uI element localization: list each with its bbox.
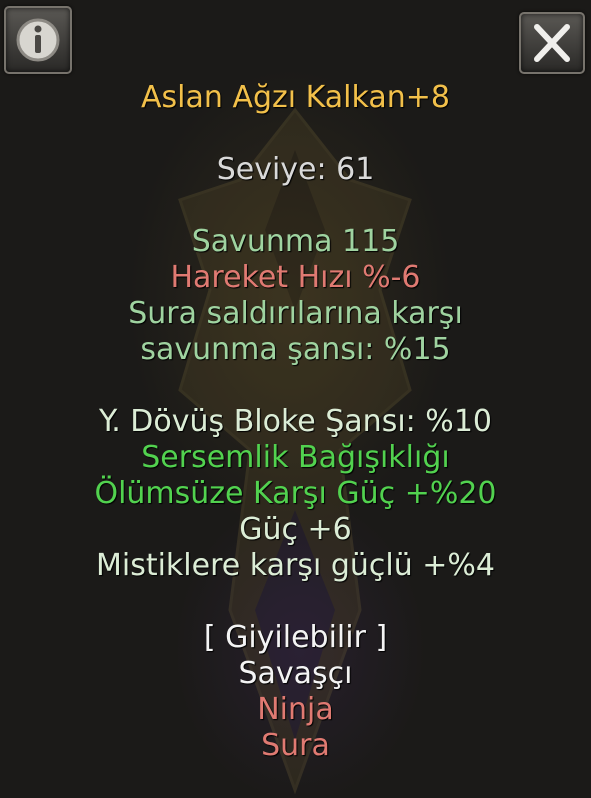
bonus-melee-block: Y. Dövüş Bloke Şansı: %10: [98, 404, 492, 439]
info-icon: [16, 18, 60, 62]
close-button[interactable]: [519, 12, 585, 74]
bonus-strength: Güç +6: [239, 512, 352, 547]
info-button[interactable]: [4, 6, 72, 74]
item-name: Aslan Ağzı Kalkan+8: [141, 80, 450, 115]
stat-move-speed: Hareket Hızı %-6: [170, 260, 421, 295]
item-tooltip-panel: Aslan Ağzı Kalkan+8 Seviye: 61 Savunma 1…: [0, 0, 591, 798]
bonus-vs-undead: Ölümsüze Karşı Güç +%20: [94, 476, 497, 511]
stat-defense: Savunma 115: [191, 224, 400, 259]
wearable-warrior: Savaşçı: [238, 656, 353, 691]
wearable-ninja: Ninja: [257, 692, 334, 727]
wearable-sura: Sura: [261, 728, 330, 763]
item-level: Seviye: 61: [216, 152, 375, 187]
stat-sura-defense-line2: savunma şansı: %15: [140, 332, 451, 367]
bonus-stun-immunity: Sersemlik Bağışıklığı: [141, 440, 450, 475]
wearable-header: [ Giyilebilir ]: [203, 620, 388, 655]
bonus-vs-mystics: Mistiklere karşı güçlü +%4: [95, 548, 495, 583]
close-icon: [534, 24, 570, 62]
item-details: Aslan Ağzı Kalkan+8 Seviye: 61 Savunma 1…: [0, 80, 591, 764]
stat-sura-defense-line1: Sura saldırılarına karşı: [128, 296, 463, 331]
